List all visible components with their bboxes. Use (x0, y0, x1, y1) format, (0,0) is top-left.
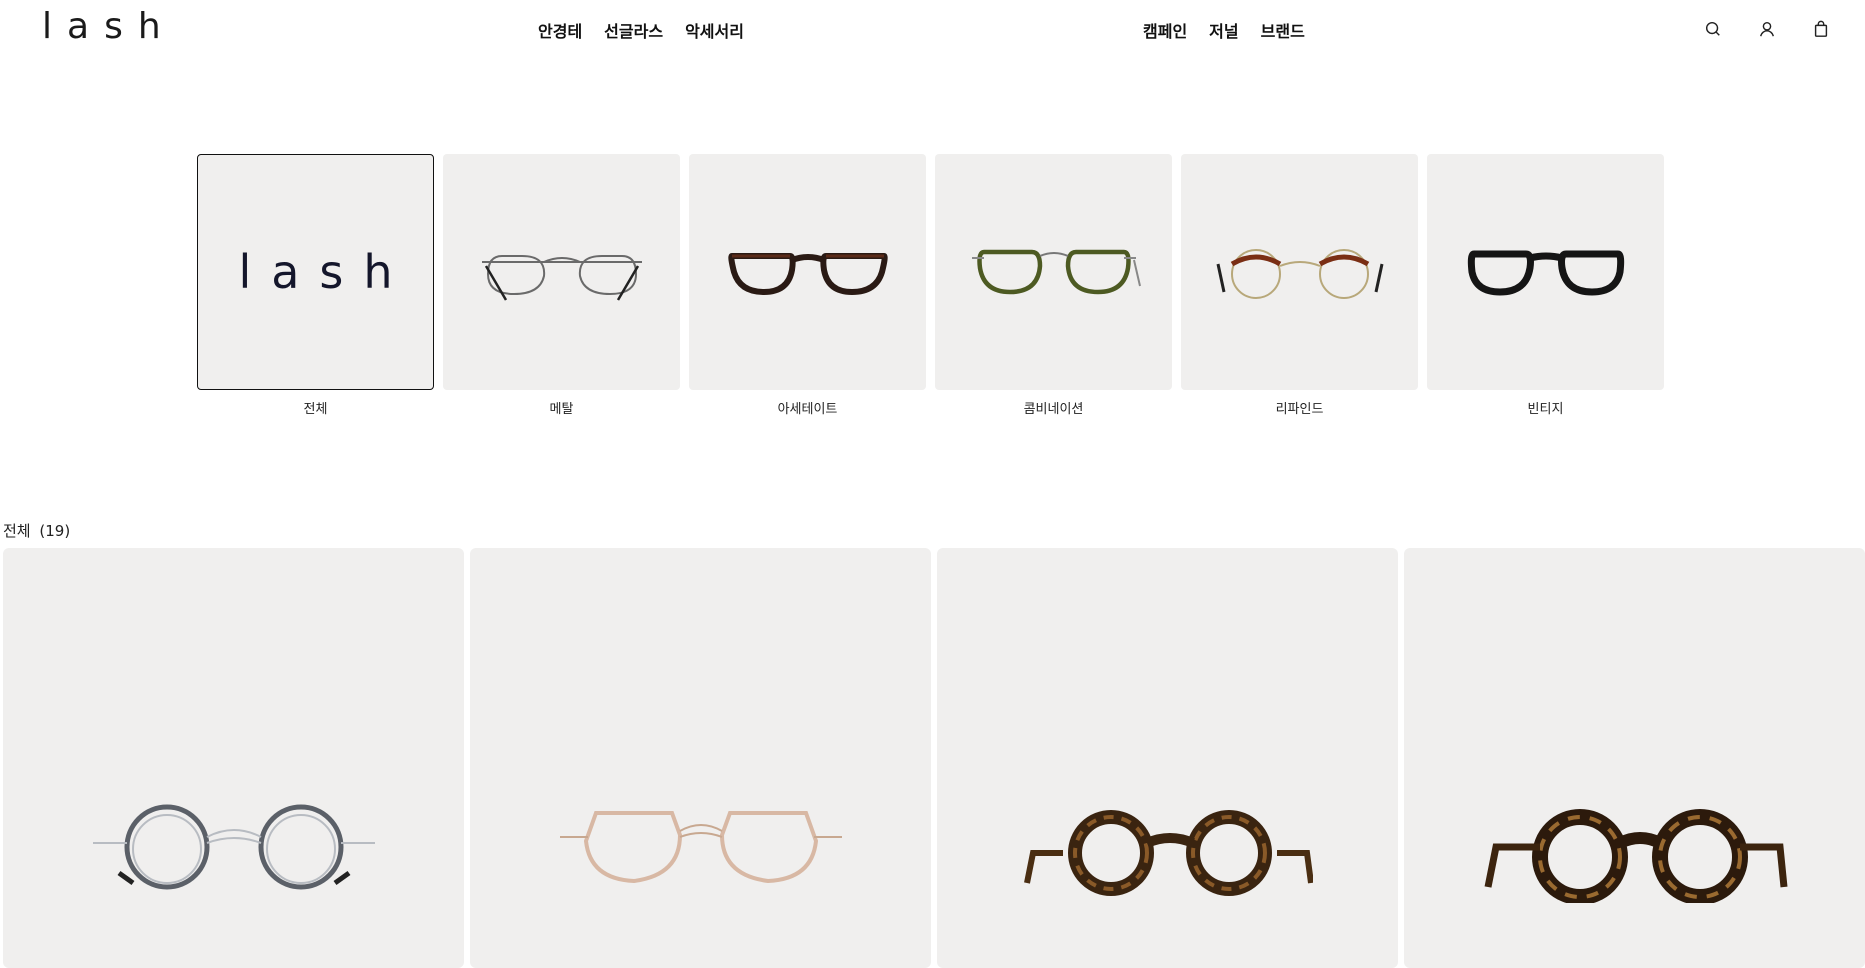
listing-title-text: 전체 (3, 522, 31, 540)
secondary-nav: 캠페인 저널 브랜드 (1143, 18, 1305, 42)
category-thumbnail (443, 154, 680, 390)
nav-item-brand[interactable]: 브랜드 (1261, 18, 1305, 42)
category-label: 아세테이트 (777, 402, 838, 417)
product-image (1484, 809, 1787, 903)
category-metal[interactable]: 메탈 (443, 154, 680, 417)
category-label: 메탈 (549, 402, 574, 417)
nav-item-campaign[interactable]: 캠페인 (1143, 18, 1187, 42)
category-thumbnail (935, 154, 1172, 390)
vintage-glasses-image (1467, 250, 1624, 296)
site-header: lash 안경테 선글라스 악세서리 캠페인 저널 브랜드 (0, 0, 1865, 56)
category-combination[interactable]: 콤비네이션 (935, 154, 1172, 417)
category-vintage[interactable]: 빈티지 (1427, 154, 1664, 417)
product-card[interactable] (937, 548, 1398, 968)
category-refined[interactable]: 리파인드 (1181, 154, 1418, 417)
refined-glasses-image (1216, 249, 1383, 299)
combination-glasses-image (971, 249, 1141, 295)
category-acetate[interactable]: 아세테이트 (689, 154, 926, 417)
primary-nav: 안경테 선글라스 악세서리 (538, 18, 744, 42)
user-icon[interactable] (1754, 16, 1780, 42)
nav-item-accessories[interactable]: 악세서리 (685, 18, 744, 42)
category-label: 빈티지 (1527, 402, 1564, 417)
header-icons (1700, 16, 1834, 42)
nav-item-sunglasses[interactable]: 선글라스 (604, 18, 663, 42)
product-card[interactable] (470, 548, 931, 968)
site-logo[interactable]: lash (42, 6, 176, 47)
nav-item-eyeglasses[interactable]: 안경테 (538, 18, 582, 42)
category-label: 전체 (303, 402, 328, 417)
bag-icon[interactable] (1808, 16, 1834, 42)
product-image (92, 804, 375, 890)
product-image (559, 811, 842, 884)
category-thumbnail (1181, 154, 1418, 390)
product-card[interactable] (1404, 548, 1865, 968)
product-card[interactable] (3, 548, 464, 968)
listing-title: 전체 (19) (3, 520, 70, 541)
metal-glasses-image (481, 255, 642, 301)
acetate-glasses-image (727, 253, 888, 296)
product-image (1023, 810, 1313, 896)
category-thumbnail: lash (197, 154, 434, 390)
category-label: 리파인드 (1275, 402, 1324, 417)
search-icon[interactable] (1700, 16, 1726, 42)
category-logo: lash (238, 245, 413, 299)
category-label: 콤비네이션 (1023, 402, 1084, 417)
listing-count: (19) (39, 522, 71, 540)
category-thumbnail (689, 154, 926, 390)
nav-item-journal[interactable]: 저널 (1209, 18, 1238, 42)
product-grid (3, 548, 1865, 968)
category-thumbnail (1427, 154, 1664, 390)
category-all[interactable]: lash 전체 (197, 154, 434, 417)
category-list: lash 전체 메탈 아세테이트 콤비네이션 리파인드 빈티지 (197, 154, 1664, 417)
